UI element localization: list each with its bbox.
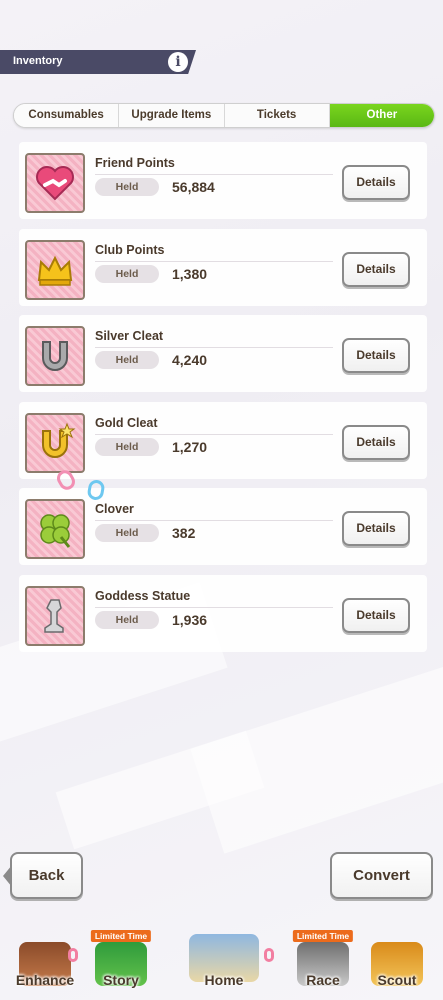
nav-label: Race — [306, 972, 340, 988]
nav-label: Scout — [377, 972, 417, 988]
inventory-header: Inventory i — [0, 50, 196, 74]
item-name: Friend Points — [95, 156, 175, 170]
notification-icon — [68, 948, 78, 962]
held-value: 4,240 — [172, 352, 208, 368]
limited-time-badge: Limited Time — [90, 930, 152, 942]
details-button[interactable]: Details — [342, 424, 410, 460]
details-button[interactable]: Details — [342, 251, 410, 287]
held-badge: Held — [95, 264, 159, 283]
friend-points-icon — [25, 153, 85, 213]
details-button[interactable]: Details — [342, 597, 410, 633]
tab-other[interactable]: Other — [329, 104, 434, 127]
divider — [95, 606, 333, 608]
nav-item-story[interactable]: Limited Time Story — [82, 920, 160, 1000]
convert-button[interactable]: Convert — [330, 852, 433, 899]
notification-icon — [264, 948, 274, 962]
tab-upgrade-items[interactable]: Upgrade Items — [119, 104, 225, 127]
held-badge: Held — [95, 524, 159, 542]
list-item-silver-cleat: Silver Cleat Held 4,240 Details — [19, 315, 427, 392]
goddess-statue-icon — [25, 585, 85, 646]
held-value: 1,936 — [172, 611, 208, 628]
list-item-gold-cleat: Gold Cleat Held 1,270 Details — [19, 401, 427, 479]
held-badge: Held — [95, 437, 159, 456]
nav-item-enhance[interactable]: Enhance — [6, 920, 84, 1000]
list-item-goddess-statue: Goddess Statue Held 1,936 Details — [19, 574, 427, 652]
nav-label: Home — [204, 972, 244, 988]
held-value: 1,270 — [172, 438, 208, 455]
inventory-tabs: Consumables Upgrade Items Tickets Other — [13, 103, 435, 128]
nav-label: Enhance — [15, 972, 75, 988]
nav-item-scout[interactable]: Scout — [358, 920, 436, 1000]
tab-tickets[interactable]: Tickets — [224, 104, 330, 127]
info-icon[interactable]: i — [168, 52, 188, 72]
item-name: Goddess Statue — [95, 588, 191, 603]
club-points-crown-icon — [25, 239, 85, 300]
nav-item-home[interactable]: Home — [176, 920, 274, 1000]
list-item-club-points: Club Points Held 1,380 Details — [19, 228, 427, 306]
held-badge: Held — [95, 351, 159, 369]
details-button[interactable]: Details — [342, 338, 410, 373]
item-name: Gold Cleat — [95, 415, 158, 430]
nav-item-race[interactable]: Limited Time Race — [284, 920, 362, 1000]
divider — [95, 260, 333, 262]
item-name: Silver Cleat — [95, 329, 164, 343]
held-value: 56,884 — [172, 179, 215, 195]
divider — [95, 520, 333, 521]
held-badge: Held — [95, 178, 159, 196]
item-name: Club Points — [95, 242, 165, 257]
nav-label: Story — [103, 972, 139, 988]
item-name: Clover — [95, 502, 134, 516]
back-button[interactable]: Back — [3, 852, 83, 899]
page-title: Inventory — [13, 55, 63, 67]
divider — [95, 433, 333, 435]
silver-cleat-icon — [25, 326, 85, 386]
list-item-clover: Clover Held 382 Details — [19, 488, 427, 565]
details-button[interactable]: Details — [342, 511, 410, 546]
gold-cleat-icon — [25, 412, 85, 473]
held-value: 1,380 — [172, 265, 208, 282]
held-badge: Held — [95, 610, 159, 629]
tab-consumables[interactable]: Consumables — [14, 104, 120, 127]
details-button[interactable]: Details — [342, 165, 410, 200]
clover-icon — [25, 499, 85, 559]
bottom-nav: Enhance Limited Time Story Home Limited … — [0, 920, 443, 1000]
item-list: Friend Points Held 56,884 Details Club P… — [19, 142, 427, 661]
divider — [95, 347, 333, 348]
list-item-friend-points: Friend Points Held 56,884 Details — [19, 142, 427, 219]
limited-time-badge: Limited Time — [292, 930, 354, 942]
divider — [95, 174, 333, 175]
held-value: 382 — [172, 525, 196, 541]
